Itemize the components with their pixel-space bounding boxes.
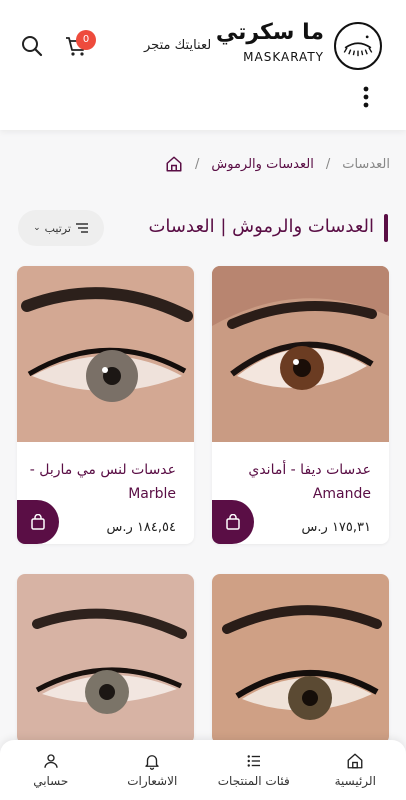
breadcrumb-separator: /: [325, 156, 331, 172]
home-icon: [347, 753, 363, 769]
logo-text-ar: ما سكرتي: [215, 20, 324, 45]
header: ما سكرتي MASKARATY لعنايتك متجر 0: [0, 0, 406, 130]
product-card[interactable]: [17, 574, 194, 744]
product-name[interactable]: عدسات ديفا - أماندي Amande: [221, 458, 371, 506]
product-price: ١٧٥,٣١ ر.س: [301, 520, 371, 535]
product-price: ١٨٤,٥٤ ر.س: [106, 520, 176, 535]
nav-label: فئات المنتجات: [217, 774, 290, 788]
product-name[interactable]: عدسات لنس مي ماربل -Marble: [26, 458, 176, 506]
bell-icon: [145, 755, 159, 770]
product-card[interactable]: [212, 574, 389, 744]
logo-text-en: MASKARATY: [243, 50, 324, 64]
nav-item-notifications[interactable]: الاشعارات: [102, 740, 204, 800]
more-menu-icon[interactable]: [362, 86, 370, 108]
title-row: العدسات والرموش | العدسات ترتيب ⌄: [18, 208, 388, 248]
nav-item-account[interactable]: حسابي: [0, 740, 102, 800]
title-accent-bar: [384, 214, 388, 242]
nav-item-home[interactable]: الرئيسية: [305, 740, 406, 800]
sort-button[interactable]: ترتيب ⌄: [18, 210, 104, 246]
nav-label: حسابي: [33, 774, 69, 788]
product-image[interactable]: [212, 266, 389, 442]
logo-eye-icon[interactable]: [334, 22, 382, 70]
bottom-nav: الرئيسية فئات المنتجات الاشعارات حسابي: [0, 740, 406, 800]
chevron-down-icon: ⌄: [33, 223, 41, 233]
search-icon[interactable]: [20, 34, 44, 58]
list-icon: [247, 755, 260, 767]
add-to-cart-button[interactable]: [212, 500, 254, 544]
breadcrumb-current: العدسات: [342, 156, 390, 172]
shopping-bag-icon: [31, 514, 45, 530]
product-card[interactable]: عدسات لنس مي ماربل -Marble ١٨٤,٥٤ ر.س: [17, 266, 194, 544]
sort-icon: [75, 223, 88, 233]
cart-count-badge: 0: [76, 30, 96, 50]
page-title: العدسات والرموش | العدسات: [148, 216, 374, 237]
sort-label: ترتيب: [44, 221, 71, 235]
home-icon[interactable]: [165, 155, 183, 173]
breadcrumb-separator: /: [194, 156, 200, 172]
shopping-bag-icon: [226, 514, 240, 530]
nav-label: الاشعارات: [127, 774, 178, 788]
product-image[interactable]: [17, 574, 194, 744]
product-card[interactable]: عدسات ديفا - أماندي Amande ١٧٥,٣١ ر.س: [212, 266, 389, 544]
add-to-cart-button[interactable]: [17, 500, 59, 544]
breadcrumb: / العدسات والرموش / العدسات: [165, 152, 390, 176]
breadcrumb-link[interactable]: العدسات والرموش: [211, 157, 313, 172]
product-image[interactable]: [17, 266, 194, 442]
nav-label: الرئيسية: [334, 774, 376, 788]
user-icon: [44, 754, 58, 768]
nav-item-categories[interactable]: فئات المنتجات: [203, 740, 305, 800]
product-image[interactable]: [212, 574, 389, 744]
store-label: لعنايتك متجر: [144, 38, 212, 53]
